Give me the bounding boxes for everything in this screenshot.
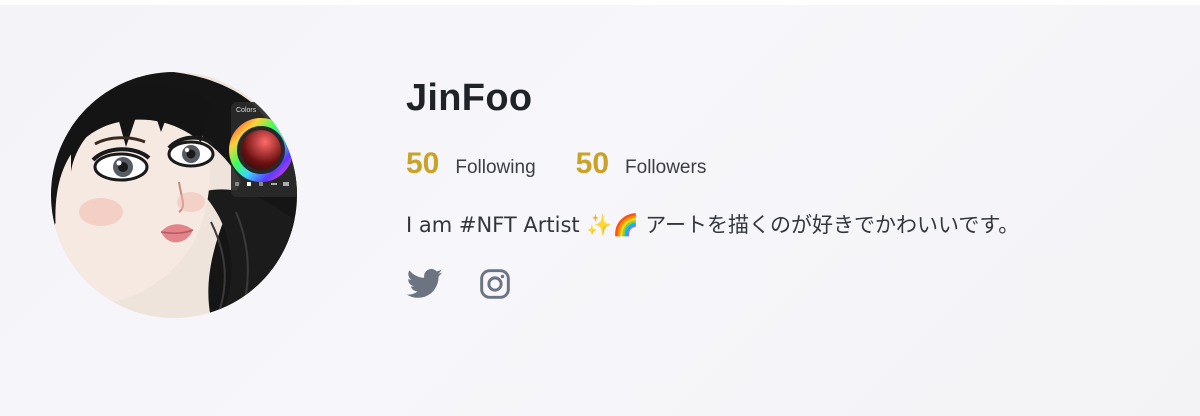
social-links	[406, 265, 546, 303]
avatar-illustration: Colors	[51, 72, 297, 318]
instagram-link[interactable]	[476, 265, 514, 303]
followers-label: Followers	[625, 157, 707, 178]
svg-text:Colors: Colors	[236, 107, 257, 114]
profile-card: Colors JinFoo 50 Following 50 Followers …	[0, 5, 1200, 416]
followers-stat[interactable]: 50 Followers	[576, 147, 707, 181]
avatar[interactable]: Colors	[51, 72, 297, 318]
following-count: 50	[406, 147, 440, 180]
following-stat[interactable]: 50 Following	[406, 147, 536, 181]
twitter-link[interactable]	[406, 265, 444, 303]
twitter-icon	[407, 269, 443, 298]
page: Colors JinFoo 50 Following 50 Followers …	[0, 0, 1200, 416]
following-label: Following	[455, 157, 536, 178]
instagram-icon	[480, 269, 510, 299]
stats: 50 Following 50 Followers	[406, 147, 746, 181]
bio: I am #NFT Artist ✨🌈 アートを描くのが好きでかわいいです。	[406, 213, 1020, 237]
followers-count: 50	[575, 147, 610, 180]
username: JinFoo	[406, 77, 533, 119]
